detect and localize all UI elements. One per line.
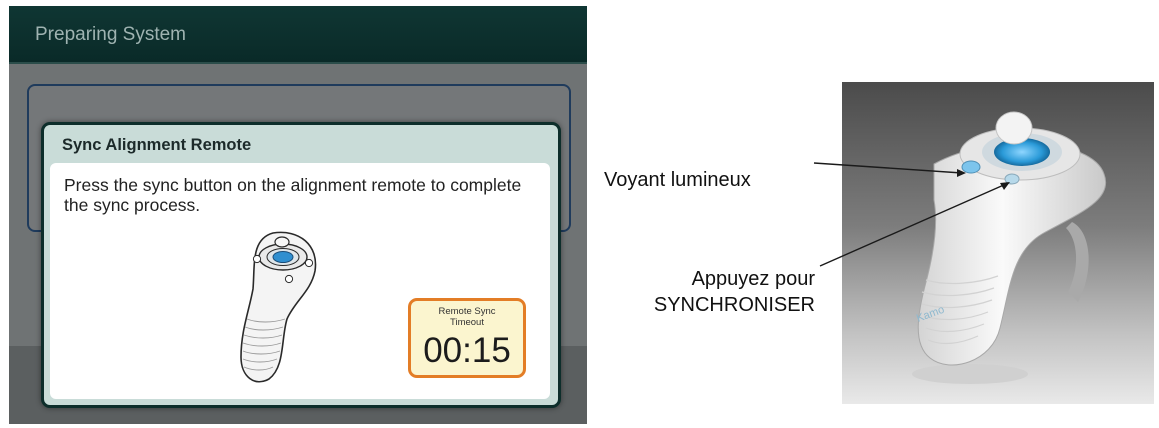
- leader-arrowhead-indicator: [957, 169, 966, 177]
- callout-leader-lines: [813, 162, 1010, 267]
- leader-line-sync: [819, 183, 1007, 267]
- leader-line-indicator: [813, 162, 963, 174]
